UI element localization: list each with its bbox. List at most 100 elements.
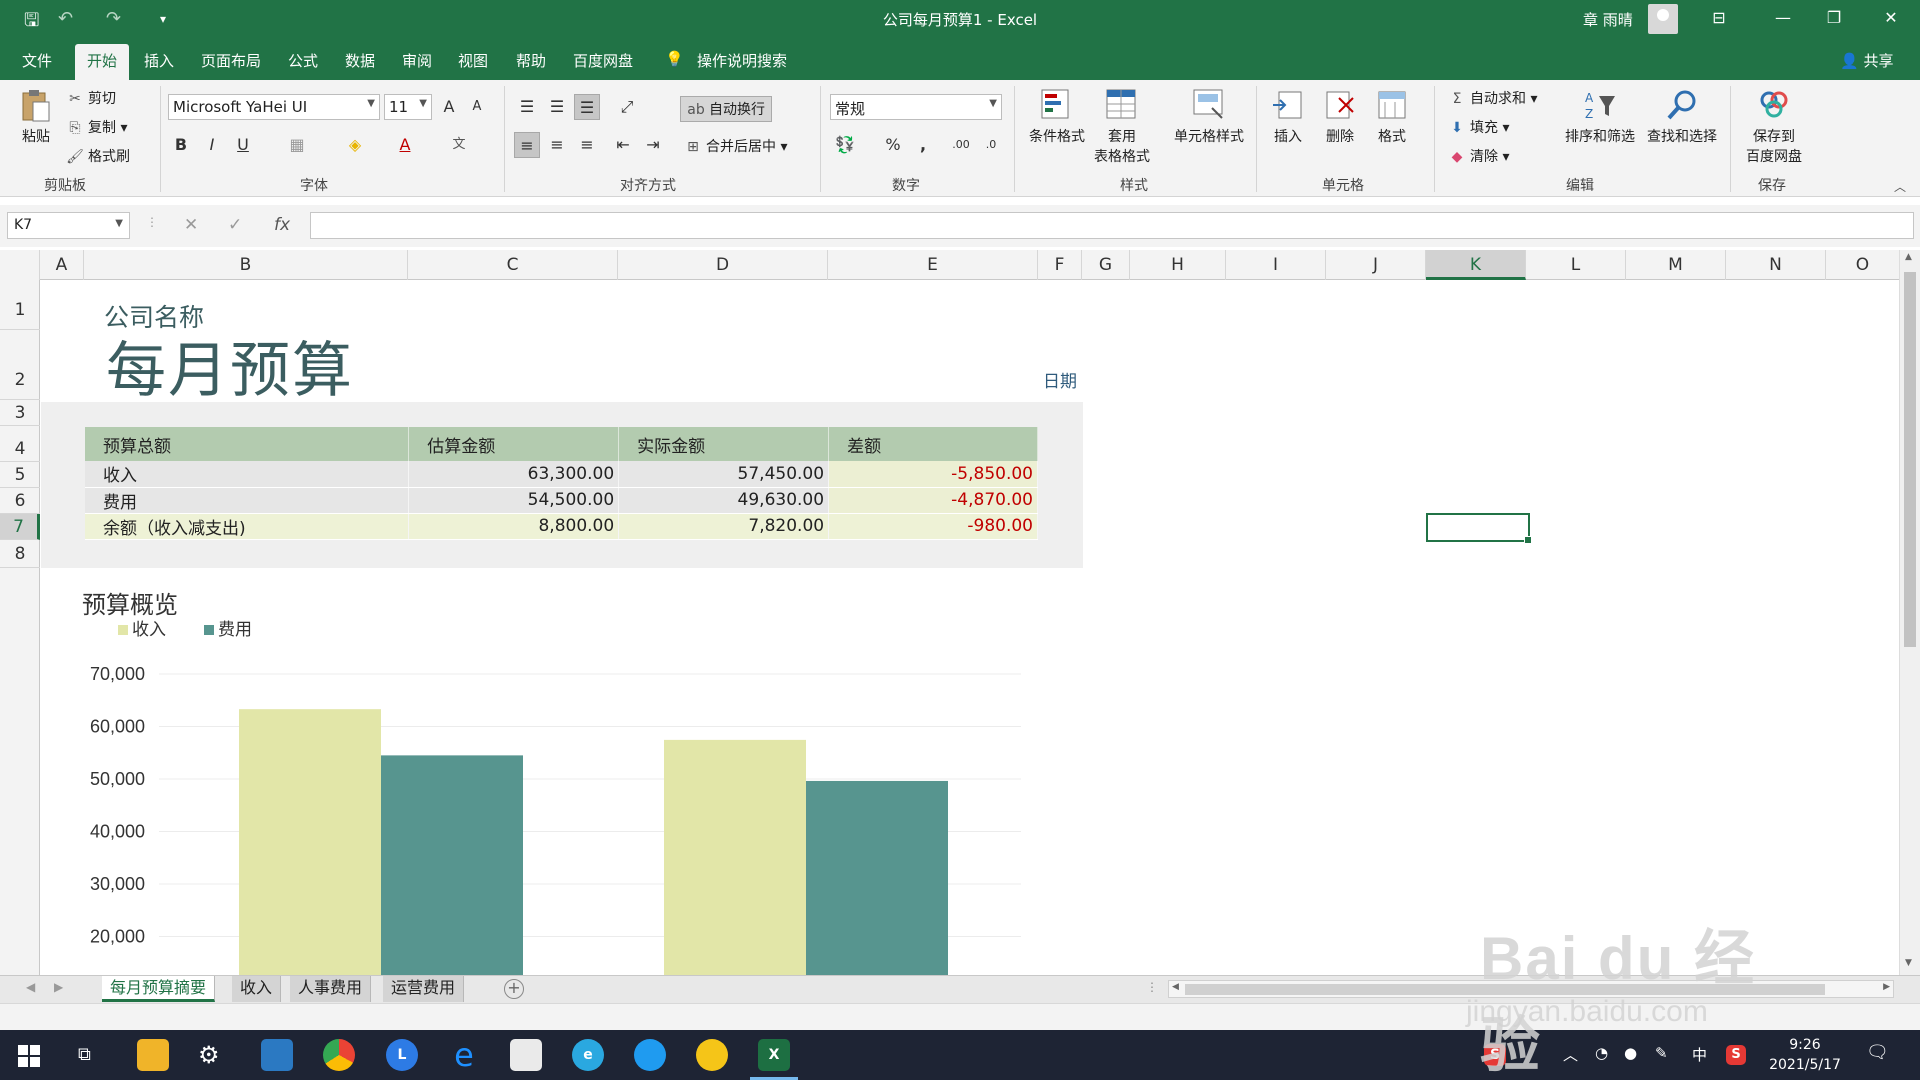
align-top-icon[interactable]: ☰ (514, 94, 540, 120)
tab-formulas[interactable]: 公式 (288, 50, 318, 71)
sheet-tab[interactable]: 运营费用 (383, 976, 465, 1002)
row-header[interactable]: 2 (0, 330, 40, 400)
user-name[interactable]: 章 雨晴 (1583, 9, 1633, 30)
wrap-text-button[interactable]: ab 自动换行 (680, 96, 772, 122)
table-cell[interactable]: 费用 (85, 487, 410, 514)
minimize-icon[interactable]: — (1760, 8, 1806, 27)
table-header[interactable]: 差额 (828, 427, 1038, 461)
cut-button[interactable]: ✂ 剪切 (66, 88, 116, 108)
tab-file[interactable]: 文件 (22, 50, 52, 71)
tell-me-search[interactable]: 操作说明搜索 (697, 50, 787, 71)
windows-start-icon[interactable] (18, 1045, 40, 1067)
row-header-selected[interactable]: 7 (0, 514, 40, 540)
sheet-title[interactable]: 每月预算 (106, 322, 354, 409)
sheet-tab-active[interactable]: 每月预算摘要 (102, 976, 216, 1002)
column-header[interactable]: O (1826, 250, 1900, 280)
table-header[interactable]: 预算总额 (85, 427, 410, 461)
column-header[interactable]: A (40, 250, 84, 280)
copy-button[interactable]: ⎘ 复制 ▾ (66, 117, 127, 137)
italic-button[interactable]: I (199, 132, 225, 158)
chart-bar[interactable] (806, 780, 948, 975)
column-header[interactable]: L (1526, 250, 1626, 280)
budget-overview-chart[interactable]: 70,000 60,000 50,000 40,000 30,000 20,000 (41, 620, 1041, 975)
table-cell[interactable]: 8,800.00 (408, 513, 620, 540)
app-yellow-icon[interactable] (696, 1039, 728, 1071)
share-button[interactable]: 👤 共享 (1840, 50, 1893, 71)
store-bag-icon[interactable] (510, 1039, 542, 1071)
paste-button[interactable]: 粘贴 (14, 88, 58, 146)
percent-button[interactable]: % (880, 132, 906, 158)
number-format-dropdown[interactable]: 常规 ▼ (830, 94, 1002, 120)
tab-help[interactable]: 帮助 (516, 50, 546, 71)
vertical-scroll-thumb[interactable] (1904, 272, 1916, 647)
table-cell[interactable]: 54,500.00 (408, 487, 620, 514)
table-cell[interactable]: 49,630.00 (618, 487, 830, 514)
active-cell-k7[interactable] (1426, 513, 1532, 544)
task-view-icon[interactable]: ⧉ (78, 1044, 91, 1065)
vertical-scrollbar[interactable]: ▲ ▼ (1899, 250, 1920, 975)
comma-style-button[interactable]: , (910, 132, 936, 158)
photos-app-icon[interactable] (261, 1039, 293, 1071)
add-sheet-button[interactable]: + (504, 979, 524, 999)
align-center-icon[interactable]: ≡ (544, 132, 570, 158)
date-label[interactable]: 日期 (1043, 367, 1077, 392)
system-clock[interactable]: 9:26 2021/5/17 (1765, 1035, 1845, 1075)
table-header[interactable]: 估算金额 (408, 427, 620, 461)
tab-insert[interactable]: 插入 (144, 50, 174, 71)
sogou-icon[interactable]: S (1484, 1044, 1506, 1066)
table-cell[interactable]: 余额（收入减支出) (85, 513, 410, 540)
excel-taskbar-icon[interactable]: X (750, 1039, 798, 1080)
splitter-icon[interactable]: ⋮ (1146, 980, 1158, 994)
increase-decimal-icon[interactable]: .00 (948, 132, 974, 158)
underline-button[interactable]: U (230, 132, 256, 158)
sheet-content[interactable]: 公司名称 每月预算 日期 预算总额 估算金额 实际金额 差额 收入 63,300… (41, 280, 1901, 975)
column-header[interactable]: D (618, 250, 828, 280)
row-header[interactable]: 1 (0, 280, 40, 330)
ribbon-display-options-icon[interactable]: ⊟ (1696, 8, 1742, 27)
row-header[interactable]: 8 (0, 540, 40, 568)
table-cell[interactable]: 收入 (85, 461, 410, 488)
column-header[interactable]: H (1130, 250, 1226, 280)
tray-chevron-icon[interactable]: ︿ (1563, 1044, 1578, 1065)
column-header-selected[interactable]: K (1426, 250, 1526, 280)
tab-review[interactable]: 审阅 (402, 50, 432, 71)
select-all-corner[interactable] (0, 250, 40, 280)
column-header[interactable]: M (1626, 250, 1726, 280)
align-middle-icon[interactable]: ☰ (544, 94, 570, 120)
scroll-down-icon[interactable]: ▼ (1905, 958, 1912, 968)
prev-sheet-icon[interactable]: ◀ (26, 980, 35, 994)
font-size-dropdown[interactable]: 11 ▼ (384, 94, 432, 120)
cell-styles-button[interactable]: 单元格样式 (1166, 88, 1252, 146)
sogou-ime-icon[interactable]: S (1726, 1045, 1746, 1065)
bold-button[interactable]: B (168, 132, 194, 158)
scroll-up-icon[interactable]: ▲ (1905, 252, 1912, 262)
fill-color-icon[interactable]: ◈ (342, 132, 368, 158)
qq-browser-icon[interactable] (634, 1039, 666, 1071)
table-header[interactable]: 实际金额 (618, 427, 830, 461)
format-cells-button[interactable]: 格式 (1370, 88, 1414, 146)
save-to-baidu-button[interactable]: 保存到 百度网盘 (1740, 88, 1808, 166)
horizontal-scrollbar[interactable]: ◀ ▶ (1168, 980, 1894, 998)
sheet-tab[interactable]: 收入 (232, 976, 282, 1002)
decrease-font-button[interactable]: A (464, 94, 490, 120)
sort-filter-button[interactable]: AZ 排序和筛选 (1562, 88, 1638, 146)
qq-tray-icon[interactable]: ● (1624, 1044, 1637, 1062)
chart-bar[interactable] (664, 739, 806, 975)
tab-view[interactable]: 视图 (458, 50, 488, 71)
column-header[interactable]: F (1038, 250, 1082, 280)
row-header[interactable]: 3 (0, 400, 40, 426)
settings-gear-icon[interactable]: ⚙ (198, 1041, 220, 1069)
lightbulb-icon[interactable]: 💡 (665, 50, 684, 68)
tab-page-layout[interactable]: 页面布局 (201, 50, 261, 71)
pen-icon[interactable]: ✎ (1655, 1044, 1668, 1062)
chart-bar[interactable] (239, 709, 381, 975)
horizontal-scroll-thumb[interactable] (1185, 984, 1825, 995)
table-cell[interactable]: 63,300.00 (408, 461, 620, 488)
scroll-right-icon[interactable]: ▶ (1883, 982, 1890, 992)
clear-button[interactable]: ◆ 清除 ▾ (1448, 146, 1510, 166)
user-avatar[interactable] (1648, 4, 1678, 34)
file-explorer-icon[interactable] (137, 1039, 169, 1071)
restore-icon[interactable]: ❐ (1811, 8, 1857, 27)
name-box[interactable]: K7 ▼ (7, 212, 130, 239)
row-header[interactable]: 5 (0, 462, 40, 488)
